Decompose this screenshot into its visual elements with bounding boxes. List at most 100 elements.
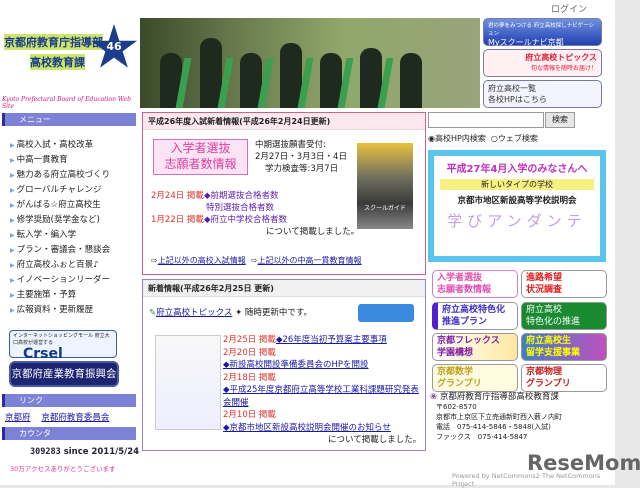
- counter-note: 30万アクセスありがとうございます: [10, 465, 116, 473]
- logo-english: Kyoto Prefectural Board of Education Web…: [2, 96, 131, 110]
- header-photo: [140, 18, 480, 108]
- myschool-navi-banner[interactable]: 君の夢をみつける 府立高校探しナビゲーション Myスクールナビ京都: [483, 18, 602, 47]
- physics-gp-button[interactable]: 京都物理 グランプリ: [521, 364, 607, 392]
- crsel-banner[interactable]: インターネットショッピングモール 府立大口高校が運営する Crsel: [9, 330, 117, 362]
- btn-line: 京都物理: [526, 367, 563, 377]
- radio-site-search[interactable]: ◉高校HP内検索: [428, 134, 486, 143]
- page: ログイン 京都府教育庁指導部 高校教育課 46 Kyoto Prefectura…: [0, 0, 640, 488]
- menu-item[interactable]: 魅力ある府立高校づくり: [10, 168, 111, 183]
- counter-header: カウンタ: [2, 427, 136, 440]
- applicants-banner[interactable]: 入学者選抜 志願者数情報: [153, 139, 248, 175]
- sidebar-menu: 高校入試・高校改革 中高一貫教育 魅力ある府立高校づくり グローバルチャレンジ …: [10, 138, 111, 318]
- news-link[interactable]: ◆平成25年度京都府立高等学校工業科課題研究発表会開催: [223, 385, 419, 408]
- btn-line: 留学支援事業: [526, 348, 581, 358]
- menu-item[interactable]: 主要施策・予算: [10, 288, 110, 303]
- counter-since: since 2011/5/24: [63, 447, 140, 457]
- search-button[interactable]: 検索: [545, 112, 575, 128]
- schedule-line: 2月27日・3月3日・4日: [255, 152, 347, 162]
- schedule-line: 中期選抜願書受付:: [255, 140, 326, 150]
- btn-line: 府立高校特色化: [442, 305, 506, 315]
- org-name: 京都府教育庁指導部高校教育課: [439, 392, 559, 402]
- menu-item[interactable]: プラン・審議会・懇談会: [10, 243, 111, 258]
- school-list-banner[interactable]: 府立高校一覧 各校HPはこちら: [483, 80, 602, 108]
- btn-line: 府立高校: [526, 305, 563, 315]
- link-header: リンク: [2, 394, 136, 407]
- btn-line: 学園構想: [437, 348, 474, 358]
- topics-note: 随時更新中です。: [244, 308, 313, 318]
- plan-button[interactable]: 府立高校特色化 推進プラン: [432, 302, 518, 330]
- career-survey-button[interactable]: 進路希望 状況調査: [521, 270, 607, 298]
- study-abroad-button[interactable]: 府立高校生留学支援事業: [521, 333, 607, 361]
- btn-line: 推進プラン: [442, 317, 488, 327]
- link-board[interactable]: 京都府教育委員会: [41, 413, 109, 423]
- post-date: 2月25日 掲載: [223, 335, 276, 345]
- btn-line: 状況調査: [526, 285, 563, 295]
- posted-note: について掲載しました。: [266, 227, 360, 237]
- btn-line: 特色化の推進: [526, 317, 581, 327]
- menu-item[interactable]: 広報資料・更新履歴: [10, 303, 110, 318]
- banner-sub: 各校HPはこちら: [488, 95, 547, 104]
- school-guide-image[interactable]: スクールガイド: [357, 143, 413, 229]
- link-kyoto-pref[interactable]: 京都府: [5, 413, 31, 423]
- menu-item[interactable]: 高校入試・高校改革: [10, 138, 110, 153]
- banner-sub: 君の夢をみつける 府立高校探しナビゲーション: [488, 23, 595, 37]
- banner-main: Myスクールナビ京都: [488, 38, 564, 47]
- more-ikkan-link[interactable]: 上記以外の中高一貫教育情報: [258, 256, 362, 265]
- menu-item[interactable]: イノベーションリーダー: [10, 273, 110, 288]
- banner-line: 入学者選抜: [170, 141, 231, 155]
- math-gp-button[interactable]: 京都数学 グランプリ: [432, 364, 518, 392]
- news-link[interactable]: 特別選抜合格者数: [206, 203, 274, 213]
- crsel-logo: Crsel: [23, 346, 63, 362]
- menu-item[interactable]: 転入学・編入学: [10, 228, 110, 243]
- btn-line: 京都数学: [437, 367, 474, 377]
- powered-by[interactable]: Powered by NetCommons2 The NetCommons Pr…: [452, 472, 615, 488]
- radio-web-search[interactable]: ○ウェブ検索: [491, 134, 538, 143]
- site-logo[interactable]: 京都府教育庁指導部 高校教育課 46 Kyoto Prefectural Boa…: [2, 14, 138, 110]
- posted-note: について掲載しました。: [328, 435, 422, 445]
- counter-value: 309283: [30, 447, 61, 457]
- shinko-banner[interactable]: 京都府産業教育振興会: [9, 361, 119, 387]
- btn-line: 進路希望: [526, 273, 563, 283]
- schedule-line: 学力検査等:3月7日: [265, 164, 339, 174]
- post-date: 2月20日 掲載: [223, 347, 276, 358]
- radio-label: ウェブ検索: [497, 134, 538, 143]
- news-link[interactable]: ◆前期選抜合格者数: [204, 191, 279, 201]
- news-title: 新着情報(平成26年2月25日 更新): [143, 280, 425, 297]
- exam-info-title: 平成26年度入試新着情報(平成26年2月24日更新): [143, 113, 425, 130]
- logo-line1: 京都府教育庁指導部: [4, 34, 103, 50]
- news-link[interactable]: ◆26年度当初予算案主要事項: [276, 335, 387, 345]
- more-exam-link[interactable]: 上記以外の高校入試情報: [158, 256, 246, 265]
- exam-info-box: 平成26年度入試新着情報(平成26年2月24日更新) 入学者選抜 志願者数情報 中…: [142, 112, 426, 275]
- flex-button[interactable]: 京都フレックス 学園構想: [432, 333, 518, 361]
- crsel-caption: インターネットショッピングモール 府立大口高校が運営する: [13, 333, 110, 346]
- new-school-promo-banner[interactable]: 平成27年4月入学のみなさんへ 新しいタイプの学校 京都市地区新設高等学校説明会…: [428, 150, 606, 262]
- tokushoku-button[interactable]: 府立高校特色化の推進: [521, 302, 607, 330]
- menu-item[interactable]: 府立高校ふぉと百景♪: [10, 258, 110, 273]
- news-link[interactable]: ◆府立中学校合格者数: [204, 215, 287, 225]
- post-date: 2月18日 掲載: [223, 372, 276, 383]
- news-link[interactable]: ◆新設高校開設準備委員会のHPを開設: [223, 360, 369, 370]
- menu-item[interactable]: がんばる☆府立高校生: [10, 198, 110, 213]
- promo-logo: 学びアンダンテ: [447, 212, 587, 230]
- applicants-info-button[interactable]: 入学者選抜 志願者数情報: [432, 270, 518, 298]
- tel: 電話 075-414-5846・5848(入試): [436, 423, 551, 431]
- btn-line: 府立高校生: [526, 336, 572, 346]
- btn-line: 入学者選抜: [437, 273, 483, 283]
- menu-item[interactable]: 修学奨励(奨学金など): [10, 213, 110, 228]
- btn-line: 京都フレックス: [437, 336, 500, 346]
- banner-main: 府立高校トピックス: [525, 53, 597, 62]
- news-link[interactable]: ◆京都市地区新設高校説明会開催のお知らせ: [223, 423, 391, 433]
- topics-banner[interactable]: 府立高校トピックス 旬な情報を随時お届け！: [483, 49, 602, 77]
- zip: 〒602-8570: [436, 403, 477, 411]
- post-date: 2月10日 掲載: [223, 410, 276, 420]
- news-box: 新着情報(平成26年2月25日 更新) ✎府立高校トピックス ✦ 随時更新中です…: [142, 279, 426, 451]
- promo-title: 平成27年4月入学のみなさんへ: [446, 164, 588, 175]
- menu-item[interactable]: グローバルチャレンジ: [10, 183, 110, 198]
- post-date: 1月22日 掲載: [151, 215, 204, 225]
- topics-link[interactable]: 府立高校トピックス: [156, 308, 232, 318]
- login-link[interactable]: ログイン: [551, 2, 587, 15]
- contact-address: ❀ 京都府教育庁指導部高校教育課 〒602-8570 京都市上京区下立売通新町西…: [430, 392, 562, 442]
- menu-item[interactable]: 中高一貫教育: [10, 153, 110, 168]
- search-input[interactable]: [428, 112, 544, 128]
- briefing-flyer-image[interactable]: [155, 335, 221, 430]
